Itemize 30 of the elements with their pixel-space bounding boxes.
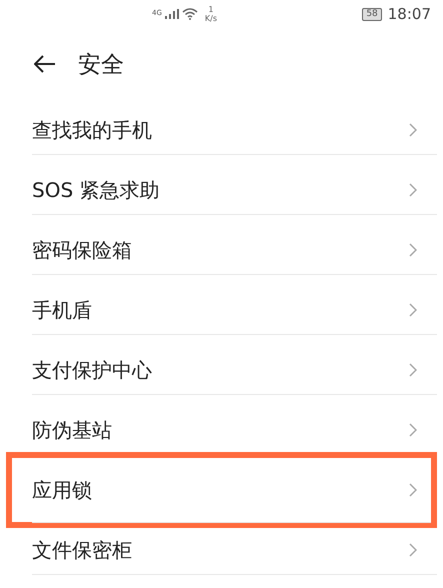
chevron-right-icon: [409, 303, 417, 317]
chevron-right-icon: [409, 543, 417, 557]
speed-unit: K/s: [204, 14, 217, 23]
chevron-right-icon: [409, 423, 417, 437]
menu-row[interactable]: SOS 紧急求助: [6, 160, 437, 220]
menu-label: 文件保密柜: [32, 536, 132, 564]
battery-icon: 58: [362, 8, 382, 20]
wifi-icon: [182, 8, 198, 20]
menu-row[interactable]: 支付保护中心: [6, 340, 437, 400]
menu-row[interactable]: 手机盾: [6, 280, 437, 340]
menu-label: 手机盾: [32, 296, 92, 324]
clock-time: 18:07: [388, 5, 431, 23]
menu-label: SOS 紧急求助: [32, 176, 160, 204]
menu-label: 查找我的手机: [32, 116, 152, 144]
menu-label: 防伪基站: [32, 416, 112, 444]
menu-row[interactable]: 查找我的手机: [6, 100, 437, 160]
back-arrow-icon[interactable]: [34, 55, 56, 73]
chevron-right-icon: [409, 183, 417, 197]
menu-label: 支付保护中心: [32, 356, 152, 384]
page-title: 安全: [78, 50, 124, 80]
chevron-right-icon: [409, 363, 417, 377]
menu-label: 应用锁: [32, 476, 92, 504]
menu-row[interactable]: 密码保险箱: [6, 220, 437, 280]
chevron-right-icon: [409, 243, 417, 257]
highlighted-menu-row[interactable]: 应用锁: [6, 452, 437, 528]
speed-value: 1: [208, 5, 214, 14]
signal-icon: [164, 9, 179, 19]
chevron-right-icon: [409, 123, 417, 137]
chevron-right-icon: [409, 483, 417, 497]
menu-label: 密码保险箱: [32, 236, 132, 264]
